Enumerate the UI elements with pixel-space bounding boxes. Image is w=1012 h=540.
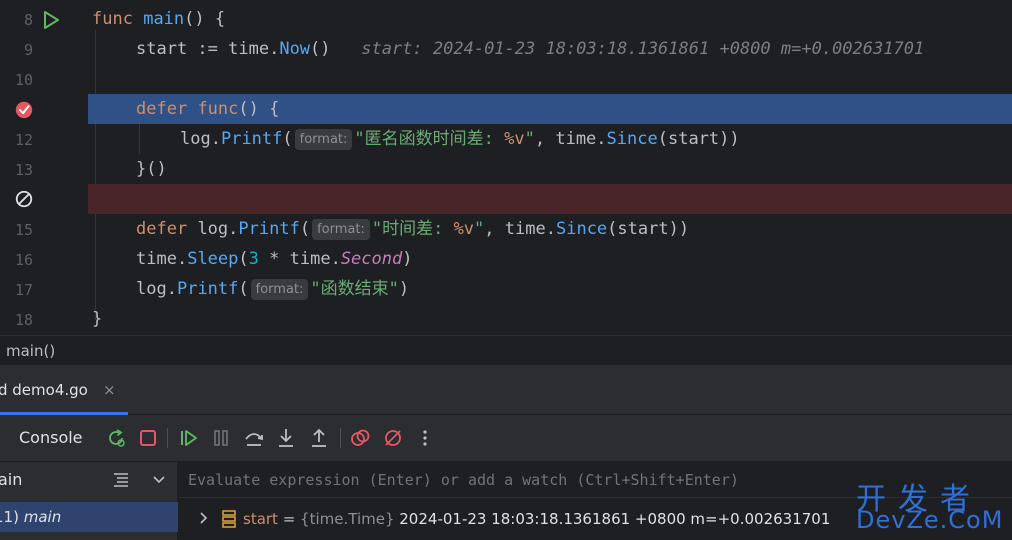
line-number: 15 bbox=[14, 221, 33, 239]
code-text: func main() { bbox=[92, 9, 226, 29]
gutter[interactable]: 15 bbox=[0, 214, 88, 244]
code-text: log.Printf(format: "函数结束") bbox=[136, 279, 410, 300]
gutter[interactable]: 13 bbox=[0, 154, 88, 184]
toolbar-separator bbox=[167, 428, 168, 448]
code-editor[interactable]: 8 func main() { 9 start := time.Now() st… bbox=[0, 0, 1012, 335]
code-text: } bbox=[92, 309, 103, 329]
parameter-hint: format: bbox=[312, 219, 370, 240]
parameter-hint: format: bbox=[250, 279, 309, 300]
variable-value: 2024-01-23 18:03:18.1361861 +0800 m=+0.0… bbox=[394, 510, 831, 528]
line-number: 10 bbox=[14, 71, 33, 89]
variable-name: start bbox=[243, 510, 278, 528]
thread-selector[interactable]: ain bbox=[0, 462, 178, 498]
gutter[interactable]: 12 bbox=[0, 124, 88, 154]
code-line[interactable]: 16 time.Sleep(3 * time.Second) bbox=[0, 244, 1012, 274]
code-line[interactable]: 12 log.Printf(format: "匿名函数时间差: %v", time… bbox=[0, 124, 1012, 154]
chevron-down-icon[interactable] bbox=[152, 475, 166, 485]
step-out-icon[interactable] bbox=[308, 427, 330, 449]
variable-text: start = {time.Time} 2024-01-23 18:03:18.… bbox=[243, 510, 831, 528]
tab-label: d demo4.go bbox=[0, 381, 88, 399]
code-text: defer func() { bbox=[136, 99, 280, 119]
close-icon[interactable]: × bbox=[103, 381, 116, 399]
gutter[interactable]: 9 bbox=[0, 34, 88, 64]
inline-debug-value: start: 2024-01-23 18:03:18.1361861 +0800… bbox=[361, 39, 925, 59]
code-line[interactable]: 8 func main() { bbox=[0, 4, 1012, 34]
line-number: 12 bbox=[14, 131, 33, 149]
code-text: time.Sleep(3 * time.Second) bbox=[136, 249, 413, 269]
run-icon[interactable] bbox=[40, 10, 62, 30]
code-line[interactable]: 10 bbox=[0, 64, 1012, 94]
breadcrumb[interactable]: main() bbox=[0, 335, 1012, 365]
debug-toolbar: Console bbox=[0, 415, 1012, 461]
line-number: 13 bbox=[14, 161, 33, 179]
code-line[interactable]: 17 log.Printf(format: "函数结束") bbox=[0, 274, 1012, 304]
gutter[interactable]: 8 bbox=[0, 4, 88, 34]
rerun-icon[interactable] bbox=[105, 427, 127, 449]
toolbar-separator bbox=[340, 428, 341, 448]
debug-session-tab[interactable]: d demo4.go × bbox=[0, 365, 128, 415]
gutter[interactable] bbox=[0, 94, 88, 124]
watermark-logo: 开发者 DevZe.CoM bbox=[852, 470, 1012, 540]
watermark-text-en: DevZe.CoM bbox=[856, 506, 1004, 534]
mute-breakpoints-icon[interactable] bbox=[382, 427, 404, 449]
code-text: defer log.Printf(format: "时间差: %v", time.… bbox=[136, 219, 690, 240]
gutter[interactable]: 10 bbox=[0, 64, 88, 94]
pause-icon[interactable] bbox=[210, 427, 232, 449]
debug-tab-bar: d demo4.go × bbox=[0, 365, 1012, 415]
line-number: 17 bbox=[14, 281, 33, 299]
gutter[interactable]: 18 bbox=[0, 304, 88, 334]
code-line[interactable]: 9 start := time.Now() start: 2024-01-23 … bbox=[0, 34, 1012, 64]
step-into-icon[interactable] bbox=[275, 427, 297, 449]
line-number: 8 bbox=[23, 11, 33, 29]
gutter[interactable] bbox=[0, 184, 88, 214]
variable-type: {time.Time} bbox=[300, 510, 395, 528]
code-text: start := time.Now() start: 2024-01-23 18… bbox=[136, 39, 925, 59]
code-line[interactable]: 15 defer log.Printf(format: "时间差: %v", ti… bbox=[0, 214, 1012, 244]
code-text: log.Printf(format: "匿名函数时间差: %v", time.Si… bbox=[180, 129, 740, 150]
stop-icon[interactable] bbox=[137, 427, 159, 449]
list-icon[interactable] bbox=[113, 472, 129, 488]
stack-frame-row[interactable]: 11) main bbox=[0, 502, 178, 532]
current-execution-line[interactable]: defer func() { bbox=[0, 94, 1012, 124]
code-line[interactable]: 13 }() bbox=[0, 154, 1012, 184]
breakpoint-hit-icon[interactable] bbox=[13, 99, 35, 119]
tab-console[interactable]: Console bbox=[19, 428, 83, 447]
frames-panel: ain 11) main bbox=[0, 461, 178, 540]
struct-variable-icon bbox=[222, 510, 236, 528]
code-line[interactable]: 18 } bbox=[0, 304, 1012, 334]
invalid-breakpoint-line[interactable] bbox=[0, 184, 1012, 214]
gutter[interactable]: 16 bbox=[0, 244, 88, 274]
invalid-breakpoint-icon[interactable] bbox=[13, 189, 35, 209]
parameter-hint: format: bbox=[294, 129, 353, 150]
view-breakpoints-icon[interactable] bbox=[349, 427, 371, 449]
line-number: 9 bbox=[23, 41, 33, 59]
gutter[interactable]: 17 bbox=[0, 274, 88, 304]
more-options-icon[interactable] bbox=[414, 427, 436, 449]
step-over-icon[interactable] bbox=[243, 427, 265, 449]
resume-icon[interactable] bbox=[178, 427, 200, 449]
thread-name: ain bbox=[0, 470, 23, 489]
code-text: }() bbox=[136, 159, 167, 179]
chevron-right-icon[interactable] bbox=[198, 509, 210, 527]
line-number: 16 bbox=[14, 251, 33, 269]
breadcrumb-item[interactable]: main() bbox=[6, 342, 55, 360]
stack-frame-label: 11) main bbox=[0, 508, 62, 526]
line-number: 18 bbox=[14, 311, 33, 329]
